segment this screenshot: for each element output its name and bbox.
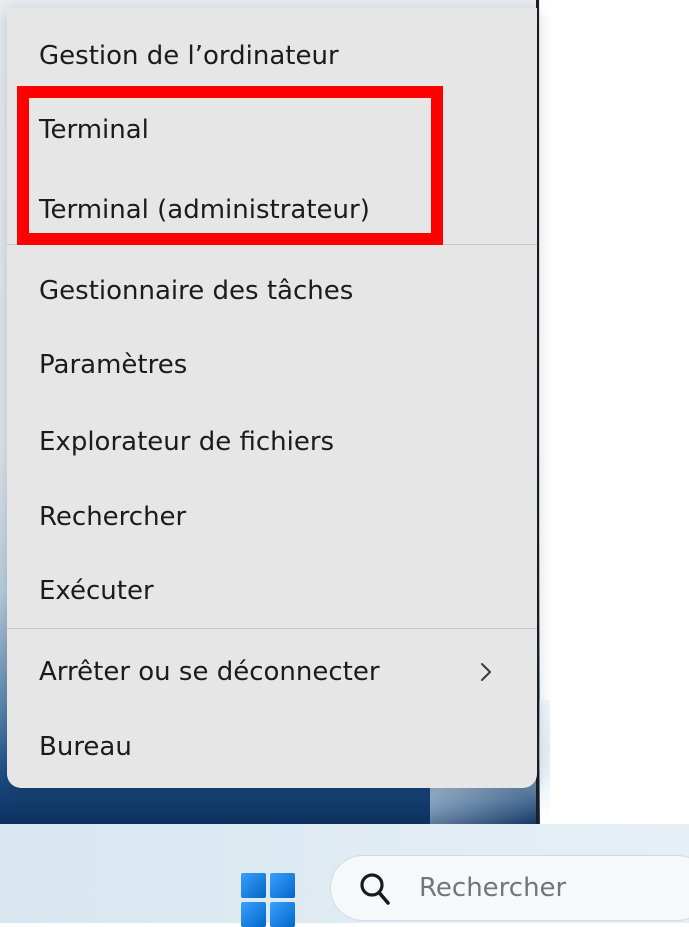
menu-item-rechercher[interactable]: Rechercher <box>7 481 537 553</box>
chevron-right-icon <box>481 663 491 681</box>
quick-link-menu: Gestion de l’ordinateur Terminal Termina… <box>7 8 537 788</box>
menu-item-arreter-deconnecter[interactable]: Arrêter ou se déconnecter <box>7 636 537 708</box>
windows-logo-icon[interactable] <box>241 873 295 927</box>
menu-item-parametres[interactable]: Paramètres <box>7 329 537 401</box>
menu-separator <box>7 628 537 629</box>
menu-separator <box>7 244 537 245</box>
menu-item-label: Exécuter <box>39 576 154 606</box>
menu-item-label: Terminal <box>39 115 149 145</box>
taskbar <box>0 824 689 927</box>
taskbar-search-box[interactable] <box>330 855 689 921</box>
menu-item-label: Explorateur de fichiers <box>39 427 335 457</box>
menu-item-gestion-ordinateur[interactable]: Gestion de l’ordinateur <box>7 20 537 92</box>
menu-item-label: Arrêter ou se déconnecter <box>39 657 380 687</box>
menu-item-terminal-admin[interactable]: Terminal (administrateur) <box>7 174 537 246</box>
search-icon <box>360 873 390 905</box>
menu-item-terminal[interactable]: Terminal <box>7 94 537 166</box>
search-input[interactable] <box>419 868 669 908</box>
menu-item-label: Bureau <box>39 732 132 762</box>
menu-item-bureau[interactable]: Bureau <box>7 711 537 783</box>
menu-item-explorateur[interactable]: Explorateur de fichiers <box>7 406 537 478</box>
menu-item-label: Rechercher <box>39 502 187 532</box>
menu-item-label: Paramètres <box>39 350 188 380</box>
menu-item-executer[interactable]: Exécuter <box>7 555 537 627</box>
menu-item-label: Gestion de l’ordinateur <box>39 41 339 71</box>
menu-item-label: Terminal (administrateur) <box>39 195 370 225</box>
menu-item-gestionnaire-taches[interactable]: Gestionnaire des tâches <box>7 255 537 327</box>
menu-item-label: Gestionnaire des tâches <box>39 276 354 306</box>
